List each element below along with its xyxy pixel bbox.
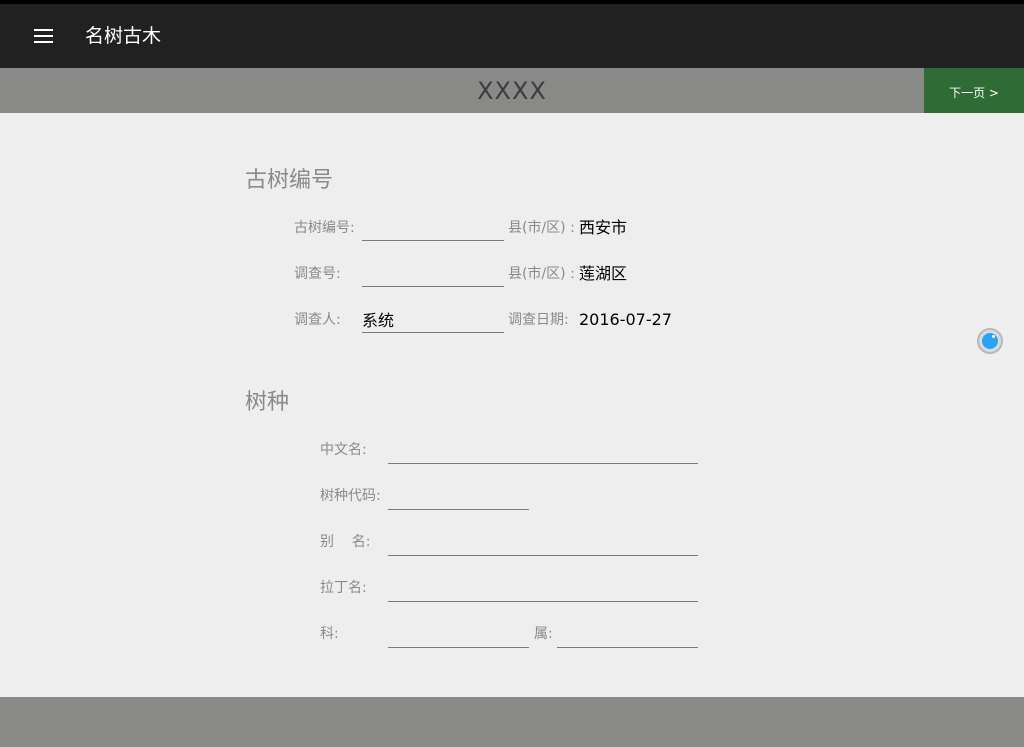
sub-header: XXXX 下一页 >	[0, 68, 1024, 113]
genus-label: 属:	[534, 626, 553, 642]
tree-number-label: 古树编号:	[294, 220, 355, 236]
alias-label: 别 名:	[320, 534, 371, 550]
app-title: 名树古木	[85, 25, 162, 47]
species-code-input[interactable]	[388, 487, 529, 510]
menu-icon[interactable]	[34, 29, 53, 43]
family-label: 科:	[320, 626, 339, 642]
floating-assist-icon[interactable]	[977, 328, 1003, 354]
county-label: 县(市/区) :	[508, 220, 575, 236]
tree-number-input[interactable]	[362, 218, 504, 241]
form-content: 古树编号 古树编号: 县(市/区) : 西安市 调查号: 县(市/区) : 莲湖…	[0, 113, 1024, 697]
chinese-name-input[interactable]	[388, 441, 698, 464]
bottom-bar	[0, 697, 1024, 747]
district-value[interactable]: 莲湖区	[579, 264, 627, 284]
assist-highlight	[992, 335, 995, 338]
survey-date-label: 调查日期:	[508, 312, 569, 328]
section-title-tree-number: 古树编号	[245, 168, 334, 193]
alias-input[interactable]	[388, 533, 698, 556]
survey-number-label: 调查号:	[294, 266, 341, 282]
surveyor-input[interactable]: 系统	[362, 310, 504, 333]
district-label: 县(市/区) :	[508, 266, 575, 282]
assist-dot	[982, 333, 998, 349]
survey-number-input[interactable]	[362, 264, 504, 287]
app-bar: 名树古木	[0, 4, 1024, 68]
county-value[interactable]: 西安市	[579, 218, 627, 238]
surveyor-label: 调查人:	[294, 312, 341, 328]
genus-input[interactable]	[557, 625, 698, 648]
family-input[interactable]	[388, 625, 529, 648]
latin-name-label: 拉丁名:	[320, 580, 367, 596]
species-code-label: 树种代码:	[320, 488, 381, 504]
page-title: XXXX	[477, 77, 547, 105]
survey-date-value[interactable]: 2016-07-27	[579, 310, 672, 330]
chinese-name-label: 中文名:	[320, 442, 367, 458]
section-title-species: 树种	[245, 390, 290, 415]
latin-name-input[interactable]	[388, 579, 698, 602]
next-page-button[interactable]: 下一页 >	[924, 68, 1024, 113]
